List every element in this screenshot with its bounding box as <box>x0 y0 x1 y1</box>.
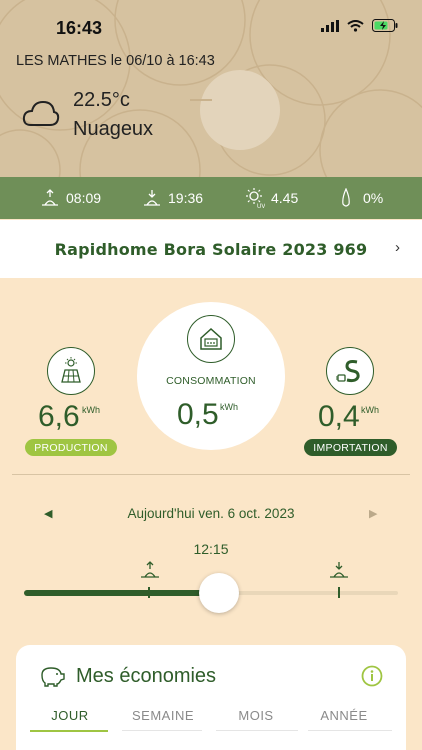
importation-unit: kWh <box>361 405 379 415</box>
production-value: 6,6 <box>38 400 80 433</box>
temperature: 22.5°c <box>73 89 130 111</box>
raindrop-icon <box>342 188 350 207</box>
importation-badge: IMPORTATION <box>304 439 397 456</box>
sunset-icon <box>144 190 160 206</box>
production-badge: PRODUCTION <box>25 439 117 456</box>
uv-value: 4.45 <box>271 190 299 206</box>
device-selector[interactable]: Rapidhome Bora Solaire 2023 969 › <box>0 220 422 278</box>
rain-percent: 0% <box>363 190 384 206</box>
tab-mois[interactable]: MOIS <box>216 708 296 723</box>
sunrise-icon <box>42 189 58 206</box>
tab-divider <box>308 730 392 731</box>
selected-time: 12:15 <box>193 541 229 557</box>
sunset-tick <box>338 587 340 598</box>
wifi-icon <box>347 19 364 32</box>
sunrise-tick <box>148 587 150 598</box>
time-slider-thumb[interactable] <box>199 573 239 613</box>
consumption-value: 0,5 <box>177 398 219 431</box>
sunset-marker-icon <box>330 562 348 578</box>
chevron-right-icon: › <box>395 239 400 256</box>
divider <box>12 474 410 475</box>
weather-stats-band: 08:09 19:36 UV 4.45 0% <box>0 177 422 219</box>
savings-title: Mes économies <box>76 665 217 687</box>
house-icon <box>187 315 235 363</box>
status-time: 16:43 <box>56 18 103 38</box>
sunrise-time: 08:09 <box>66 190 102 206</box>
tab-semaine[interactable]: SEMAINE <box>110 708 216 723</box>
signal-icon <box>321 19 339 32</box>
uv-sun-icon: UV <box>246 188 265 209</box>
status-icons <box>321 19 398 32</box>
sunrise-marker-icon <box>141 561 159 578</box>
device-name: Rapidhome Bora Solaire 2023 969 <box>54 239 368 259</box>
grid-plug-icon[interactable] <box>326 347 374 395</box>
consumption-unit: kWh <box>220 402 238 412</box>
production-unit: kWh <box>82 405 100 415</box>
weather-header: 16:43 LES MATHES le 06/10 à 16:43 22.5°c… <box>0 0 422 177</box>
current-date: Aujourd'hui ven. 6 oct. 2023 <box>127 506 295 521</box>
sunrise-stat: 08:09 <box>40 189 101 207</box>
battery-icon <box>372 19 398 32</box>
tab-divider <box>216 730 298 731</box>
rain-stat: 0% <box>341 188 383 208</box>
active-tab-indicator <box>30 730 108 732</box>
consumption-label: CONSOMMATION <box>166 375 256 387</box>
weather-condition: Nuageux <box>73 118 154 140</box>
sunset-stat: 19:36 <box>142 189 203 207</box>
importation-value: 0,4 <box>318 400 360 433</box>
uv-stat: UV 4.45 <box>245 187 298 209</box>
tab-annee[interactable]: ANNÉE <box>296 708 392 723</box>
tab-divider <box>122 730 202 731</box>
date-navigator: ◀ Aujourd'hui ven. 6 oct. 2023 ▶ <box>0 504 422 524</box>
location-datetime: LES MATHES le 06/10 à 16:43 <box>16 53 215 69</box>
tab-jour[interactable]: JOUR <box>30 708 110 723</box>
period-tabs: JOUR SEMAINE MOIS ANNÉE <box>30 708 392 723</box>
solar-panel-icon[interactable] <box>47 347 95 395</box>
svg-text:UV: UV <box>257 204 265 209</box>
time-slider-fill <box>24 590 220 596</box>
sunset-time: 19:36 <box>168 190 204 206</box>
cloudy-icon <box>22 100 60 126</box>
piggy-bank-icon <box>41 667 65 687</box>
info-icon[interactable] <box>361 665 383 687</box>
savings-card <box>16 645 406 750</box>
next-day-icon[interactable]: ▶ <box>369 507 377 520</box>
